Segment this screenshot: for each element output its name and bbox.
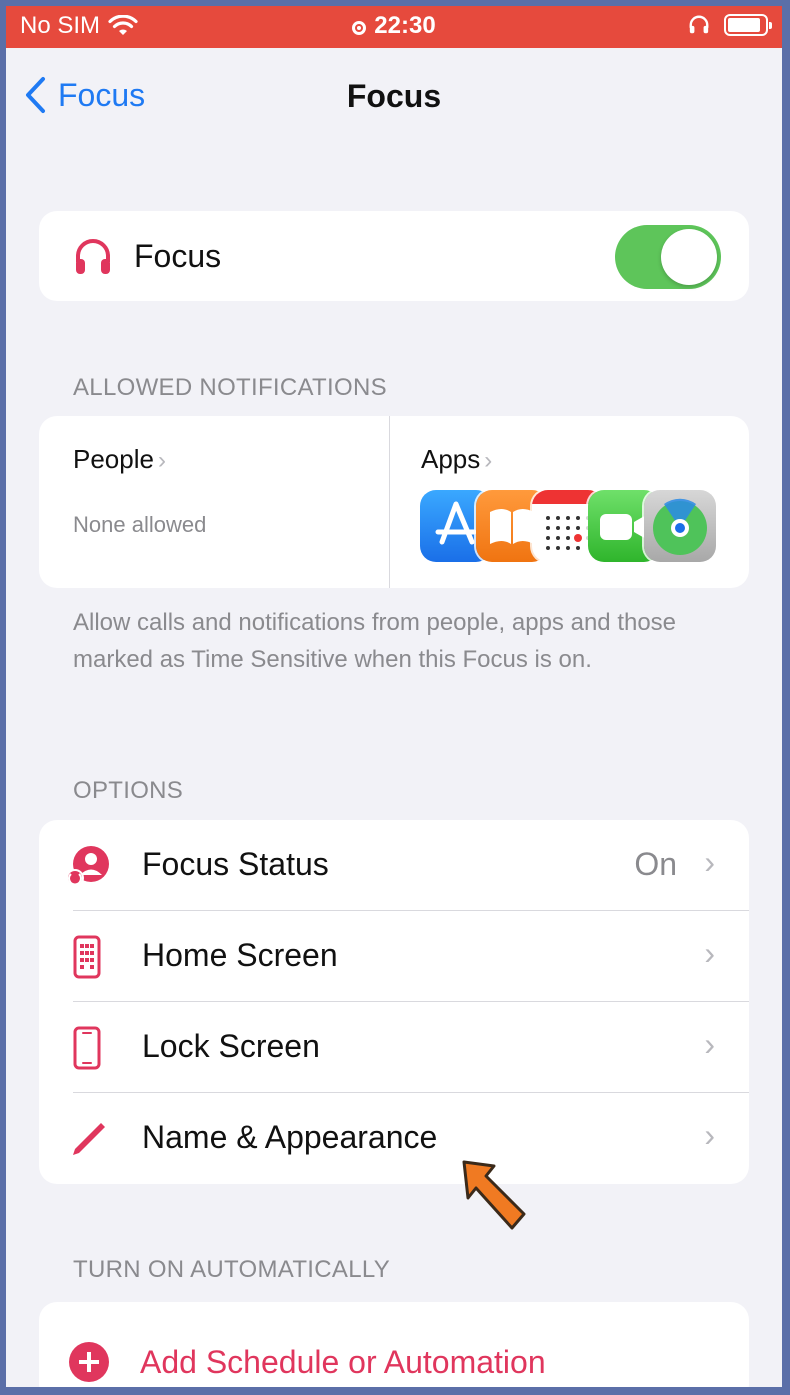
people-subtitle: None allowed <box>73 512 207 537</box>
home-screen-row[interactable]: Home Screen › <box>39 911 749 1002</box>
status-time: 22:30 <box>6 12 782 40</box>
add-schedule-button[interactable]: Add Schedule or Automation <box>140 1344 546 1381</box>
row-label: Focus Status <box>142 846 329 882</box>
options-card: Focus Status On › Home Screen › Lock Scr… <box>39 820 749 1184</box>
chevron-right-icon: › <box>704 935 715 971</box>
people-cell[interactable]: People › None allowed <box>39 416 389 588</box>
focus-toggle[interactable] <box>615 225 721 289</box>
chevron-right-icon: › <box>704 1117 715 1153</box>
phone-screen: No SIM 22:30 Focus Focus Focus ALLOWED N… <box>6 6 782 1387</box>
options-header: OPTIONS <box>73 777 184 804</box>
row-label: Home Screen <box>142 937 338 973</box>
chevron-right-icon: › <box>704 1026 715 1062</box>
home-screen-icon <box>73 935 101 979</box>
automation-header: TURN ON AUTOMATICALLY <box>73 1256 391 1283</box>
row-label: Name & Appearance <box>142 1119 438 1155</box>
focus-status-icon <box>66 846 109 887</box>
people-title: People › <box>73 444 166 474</box>
focus-toggle-card: Focus <box>39 211 749 301</box>
status-bar: No SIM 22:30 <box>6 6 782 48</box>
allowed-notifications-card: People › None allowed Apps › <box>39 416 749 588</box>
navigation-bar: Focus Focus <box>6 48 782 148</box>
row-label: Lock Screen <box>142 1028 320 1064</box>
battery-icon <box>724 14 772 36</box>
headphones-icon <box>76 239 110 274</box>
name-appearance-row[interactable]: Name & Appearance › <box>39 1093 749 1184</box>
automation-card: Add Schedule or Automation <box>39 1302 749 1387</box>
apps-title: Apps › <box>421 444 493 474</box>
status-right <box>688 14 772 36</box>
chevron-right-icon: › <box>704 844 715 880</box>
focus-label: Focus <box>134 238 222 274</box>
allowed-notifications-header: ALLOWED NOTIFICATIONS <box>73 374 387 401</box>
row-value: On <box>634 846 677 882</box>
lock-screen-row[interactable]: Lock Screen › <box>39 1002 749 1093</box>
time-label: 22:30 <box>374 12 436 39</box>
apps-cell[interactable]: Apps › <box>390 416 749 588</box>
page-title: Focus <box>346 78 442 114</box>
lock-screen-icon <box>73 1026 101 1070</box>
find-my-icon <box>644 490 716 562</box>
pointer-arrow-icon <box>462 1160 526 1230</box>
headphones-status-icon <box>689 15 709 34</box>
pencil-icon <box>73 1123 105 1155</box>
focus-status-row[interactable]: Focus Status On › <box>39 820 749 911</box>
add-icon[interactable] <box>69 1342 109 1382</box>
allowed-notifications-description: Allow calls and notifications from peopl… <box>73 609 677 673</box>
screen-recording-icon <box>352 21 367 35</box>
